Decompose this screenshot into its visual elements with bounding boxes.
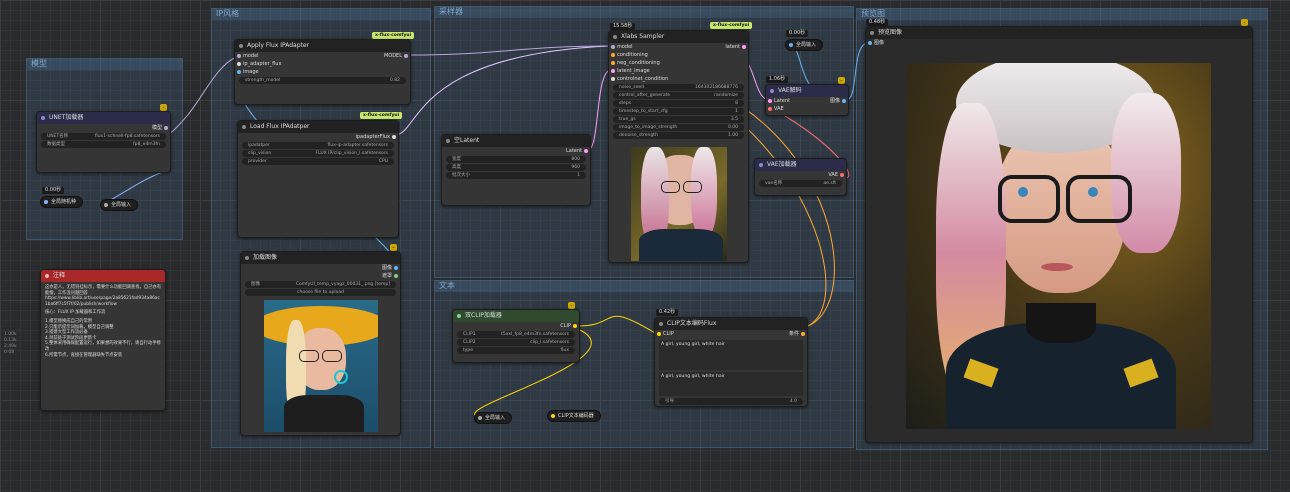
clip1-select[interactable]: CLIP1 t5xxl_fp8_e4m3fn.safetensors [457, 331, 575, 338]
clip-type-select[interactable]: type flux [457, 347, 575, 354]
denoise-strength-input[interactable]: denoise_strength 1.00 [613, 132, 744, 139]
height-input[interactable]: 高度 960 [446, 164, 586, 171]
t5xxl-textarea[interactable]: A girl, young girl, white hair [659, 372, 803, 396]
node-menu-button[interactable]: ⌄ [390, 244, 397, 251]
image-to-image-strength-input[interactable]: image_to_image_strength 0.00 [613, 124, 744, 131]
global-seed-node[interactable]: 全局随机种 [40, 196, 84, 208]
global-input-node[interactable]: 全局输入 [100, 199, 139, 211]
xlabs-sampler-node[interactable]: Xlabs Sampler model conditioning neg_con… [608, 30, 749, 263]
global-input-node[interactable]: 全局输入 [474, 412, 513, 424]
timestep-cfg-input[interactable]: timestep_to_start_cfg 1 [613, 108, 744, 115]
clip-vision-select[interactable]: clip_vision FLUX IP/clip_vision_l.safeten… [242, 150, 394, 157]
node-menu-button[interactable]: ⌄ [160, 104, 167, 111]
exec-time-badge: 0.48秒 [866, 19, 889, 26]
control-after-generate-select[interactable]: control_after_generate randomize [613, 92, 744, 99]
preview-image-node[interactable]: 预览图像 图像 [865, 26, 1253, 443]
steps-input[interactable]: steps 8 [613, 100, 744, 107]
node-menu-button[interactable]: ⌄ [1241, 19, 1248, 26]
exec-time-badge: 0.42秒 [656, 309, 679, 316]
load-flux-ipadapter-node[interactable]: Load Flux IPAdatper ipadapterFlux ipadat… [237, 120, 399, 238]
image-select[interactable]: 图像 ComfyUI_temp_vyagz_00031_.png [temp] [245, 281, 396, 288]
node-menu-button[interactable]: ⌄ [568, 302, 575, 309]
empty-latent-node[interactable]: 空Latent Latent 宽度 800 高度 960 批次大小 1 [441, 134, 591, 206]
dual-clip-loader-node[interactable]: 双CLIP加载器 CLIP CLIP1 t5xxl_fp8_e4m3fn.safe… [452, 309, 580, 363]
vae-name-select[interactable]: vae名称 ae.sft [759, 180, 842, 187]
ipadapter-select[interactable]: ipadatper flux-ip-adapter.safetensors [242, 142, 394, 149]
output-label: 模型 [151, 125, 162, 131]
apply-flux-ipadapter-node[interactable]: Apply Flux IPAdapter model ip_adapter_fl… [234, 39, 411, 105]
upload-button[interactable]: choose file to upload [245, 289, 396, 296]
node-title: 加载图像 [253, 254, 278, 261]
node-title: VAE解码 [778, 87, 802, 94]
width-input[interactable]: 宽度 800 [446, 156, 586, 163]
node-tag: x-flux-comfyui [360, 112, 403, 119]
guidance-input[interactable]: 引导 4.0 [659, 398, 803, 405]
load-image-node[interactable]: 加载图像 图像 遮罩 图像 ComfyUI_temp_vyagz_00031_.p… [240, 251, 401, 436]
vae-loader-node[interactable]: VAE加载器 VAE vae名称 ae.sft [754, 158, 847, 196]
node-title: 注释 [53, 272, 66, 279]
input-image-thumbnail [264, 300, 378, 432]
node-title: CLIP文本编码Flux [667, 320, 717, 327]
clip-text-encode-flux-node[interactable]: CLIP文本编码Flux CLIP 条件 A girl, young girl,… [654, 317, 808, 407]
true-gs-input[interactable]: true_gs 3.5 [613, 116, 744, 123]
note-text[interactable]: 这亦是人，无错别挂标示，需要什么功能回调查找，自己亦有能偿，工作流问题回答 htt… [41, 282, 165, 361]
unet-name-select[interactable]: UNET名称 flux1-schnell-fp8.safetensors [41, 133, 166, 140]
exec-time-badge: 0.00秒 [786, 30, 809, 37]
canvas-stats: 1.00k 0.13k 2.49k 0:08 [4, 332, 17, 355]
node-title: VAE加载器 [767, 161, 797, 168]
provider-select[interactable]: provider CPU [242, 158, 394, 165]
node-title: Load Flux IPAdatper [250, 123, 310, 130]
vae-decode-node[interactable]: VAE解码 Latent VAE 图像 [765, 84, 849, 116]
node-title: 空Latent [454, 137, 480, 144]
node-title: 双CLIP加载器 [465, 312, 502, 319]
clip-text-encoder-pill[interactable]: CLIP文本编码器 [547, 410, 601, 422]
node-menu-button[interactable]: ⌄ [838, 77, 845, 84]
clip2-select[interactable]: CLIP2 clip_l.safetensors [457, 339, 575, 346]
sampler-preview-image [631, 147, 727, 261]
batch-size-input[interactable]: 批次大小 1 [446, 172, 586, 179]
dtype-select[interactable]: 数据类型 fp8_e4m3fn [41, 141, 166, 148]
node-tag: x-flux-comfyui [710, 22, 753, 29]
node-title: UNET加载器 [49, 114, 84, 121]
exec-time-badge: 1.06秒 [766, 76, 789, 83]
node-tag: x-flux-comfyui [372, 32, 415, 39]
output-image [906, 63, 1211, 429]
note-node[interactable]: 注释 这亦是人，无错别挂标示，需要什么功能回调查找，自己亦有能偿，工作流问题回答… [40, 269, 166, 411]
global-input-node[interactable]: 全局输入 [785, 39, 824, 51]
node-title: Xlabs Sampler [621, 33, 665, 40]
unet-loader-node[interactable]: UNET加载器 模型 UNET名称 flux1-schnell-fp8.safet… [36, 111, 171, 173]
strength-model-slider[interactable]: strength_model 0.82 [239, 77, 406, 84]
noise-seed-input[interactable]: noise_seed 164302186688776 [613, 84, 744, 91]
exec-time-badge: 0.00秒 [42, 187, 65, 194]
node-title: 预览图像 [878, 29, 903, 36]
node-title: Apply Flux IPAdapter [247, 42, 310, 49]
exec-time-badge: 15.58秒 [610, 23, 636, 30]
clip-l-textarea[interactable]: A girl, young girl, white hair [659, 340, 803, 370]
